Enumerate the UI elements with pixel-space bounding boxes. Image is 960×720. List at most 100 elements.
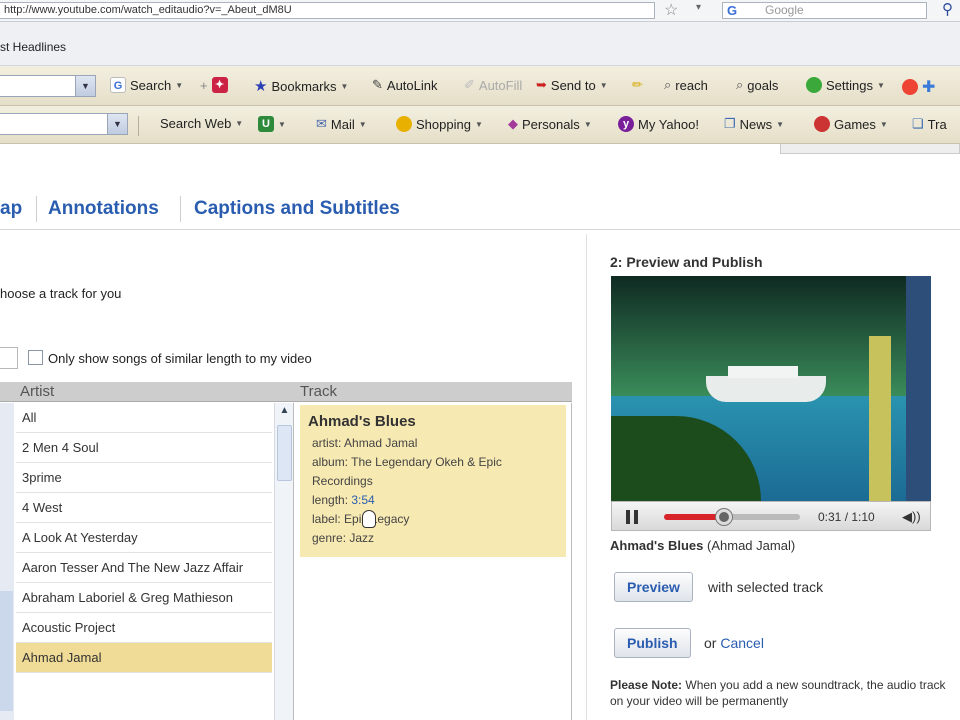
seek-handle[interactable] [715, 509, 732, 525]
pause-icon[interactable] [626, 510, 638, 524]
panel-divider [586, 234, 587, 720]
highlighter-icon: ✏ [632, 77, 643, 92]
artist-list: All 2 Men 4 Soul 3prime 4 West A Look At… [0, 403, 294, 720]
toolbar-bookmarks-button[interactable]: ★ Bookmarks ▼ [254, 77, 348, 95]
magic-wand-icon: ✎ [372, 77, 383, 92]
similar-length-checkbox[interactable] [28, 350, 43, 365]
artist-item[interactable]: A Look At Yesterday [16, 523, 272, 553]
personals-button[interactable]: ◆ Personals ▼ [508, 116, 592, 132]
my-yahoo-button[interactable]: y My Yahoo! [618, 116, 699, 132]
track-title: Ahmad's Blues [308, 413, 416, 430]
green-circle-icon [806, 77, 822, 93]
address-dropdown-icon[interactable]: ▾ [696, 2, 701, 13]
toolbar-settings-label: Settings [826, 77, 873, 93]
search-web-button[interactable]: Search Web ▼ [160, 116, 243, 131]
video-frame-panel [906, 276, 931, 501]
seek-bar-progress [664, 514, 724, 520]
toolbar-goals-label: goals [747, 77, 779, 93]
toolbar-separator [138, 116, 139, 136]
yahoo-search-input[interactable]: ▼ [0, 113, 128, 135]
search-go-icon[interactable]: ⚲ [942, 0, 953, 18]
chevron-down-icon: ▼ [278, 119, 286, 129]
toolbar-autofill-label: AutoFill [478, 77, 523, 93]
artist-scrollbar[interactable]: ▲ [274, 403, 293, 720]
toolbar-reach-button[interactable]: ⌕ reach [664, 77, 708, 93]
chevron-down-icon: ▼ [474, 119, 483, 129]
note-label: Please Note: [610, 678, 683, 692]
google-g-icon: G [110, 77, 126, 93]
volume-icon[interactable]: ◀)) [902, 509, 921, 525]
artist-column-header: Artist [20, 383, 55, 400]
video-player[interactable] [611, 276, 931, 501]
artist-item[interactable]: 4 West [16, 493, 272, 523]
magnifier-icon: ⌕ [664, 77, 672, 92]
toolbar-autofill-button[interactable]: ✐ AutoFill [464, 77, 522, 93]
web-search-box[interactable]: G Google [722, 2, 927, 19]
artist-item[interactable]: All [16, 403, 272, 433]
track-card[interactable]: Ahmad's Blues artist: Ahmad Jamal album:… [300, 405, 566, 557]
bookmark-star-icon[interactable]: ☆ [664, 0, 678, 20]
toolbar-bookmarks-label: Bookmarks [271, 78, 337, 94]
mail-button[interactable]: ✉ Mail ▼ [316, 116, 367, 132]
page-title-cutoff [0, 138, 520, 148]
preview-button[interactable]: Preview [614, 572, 693, 602]
player-controls: 0:31 / 1:10 ◀)) [611, 501, 931, 531]
publish-button[interactable]: Publish [614, 628, 691, 658]
google-icon: G [727, 3, 738, 18]
scroll-up-icon[interactable]: ▲ [275, 405, 293, 421]
chevron-down-icon: ▼ [340, 81, 349, 91]
left-scroll-thumb[interactable] [0, 591, 13, 711]
or-text: or [704, 635, 721, 651]
shield-button[interactable]: U ▼ [258, 116, 286, 132]
toolbar-search-button[interactable]: G Search ▼ [110, 77, 183, 93]
similar-length-label[interactable]: Only show songs of similar length to my … [48, 351, 312, 366]
track-label: label: Epic Legacy [312, 512, 410, 526]
toolbar-settings-button[interactable]: Settings ▼ [806, 77, 885, 93]
heart-gem-icon: ◆ [508, 116, 518, 131]
toolbar-autolink-button[interactable]: ✎ AutoLink [372, 77, 438, 93]
highlighter-button[interactable]: ✏ [632, 77, 643, 93]
chevron-down-icon[interactable]: ▼ [107, 114, 127, 134]
editor-tabs: ap Annotations Captions and Subtitles [0, 188, 960, 230]
artist-item-selected[interactable]: Ahmad Jamal [16, 643, 272, 673]
track-search-input[interactable] [0, 347, 18, 369]
artist-item[interactable]: 3prime [16, 463, 272, 493]
travel-button[interactable]: ❏ Tra [912, 116, 947, 132]
chevron-down-icon: ▼ [599, 80, 608, 90]
address-bar[interactable]: http://www.youtube.com/watch_editaudio?v… [0, 2, 655, 19]
artist-item[interactable]: Abraham Laboriel & Greg Mathieson [16, 583, 272, 613]
toolbar-extra-icons[interactable]: + ✦ [200, 77, 228, 93]
tab-audioswap[interactable]: ap [0, 198, 22, 220]
toolbar-goals-button[interactable]: ⌕ goals [736, 77, 778, 93]
news-label: News [739, 116, 773, 132]
mail-label: Mail [330, 116, 355, 132]
artist-item[interactable]: Aaron Tesser And The New Jazz Affair [16, 553, 272, 583]
mail-icon: ✉ [316, 116, 327, 131]
artist-scroll-thumb[interactable] [277, 425, 292, 481]
toolbar-autolink-label: AutoLink [386, 77, 438, 93]
cutoff-button[interactable] [780, 144, 960, 154]
games-button[interactable]: Games ▼ [814, 116, 888, 132]
now-playing-song: Ahmad's Blues [610, 538, 704, 553]
tab-captions[interactable]: Captions and Subtitles [194, 198, 400, 220]
toolbar-more-icons[interactable]: ✚ [902, 77, 935, 97]
now-playing-artist: (Ahmad Jamal) [703, 538, 796, 553]
toolbar-sendto-button[interactable]: ➥ Send to ▼ [536, 77, 608, 93]
cancel-link[interactable]: Cancel [720, 635, 764, 651]
travel-label: Tra [927, 116, 947, 132]
artist-item[interactable]: 2 Men 4 Soul [16, 433, 272, 463]
artist-item[interactable]: Acoustic Project [16, 613, 272, 643]
audioswap-page: ap Annotations Captions and Subtitles ho… [0, 144, 960, 720]
chevron-down-icon[interactable]: ▼ [75, 76, 95, 96]
shopping-button[interactable]: Shopping ▼ [396, 116, 483, 132]
track-album: album: The Legendary Okeh & Epic Recordi… [312, 455, 502, 488]
tab-annotations[interactable]: Annotations [48, 198, 159, 220]
news-button[interactable]: ❐ News ▼ [724, 116, 784, 132]
left-scrollbar[interactable] [0, 403, 14, 720]
chevron-down-icon: ▼ [879, 119, 888, 129]
headlines-bookmark[interactable]: st Headlines [0, 40, 66, 54]
chevron-down-icon: ▼ [358, 119, 367, 129]
toolbar-search-input[interactable]: ▼ [0, 75, 96, 97]
toolbar-sendto-label: Send to [550, 77, 596, 93]
magnifier-icon: ⌕ [736, 77, 744, 92]
